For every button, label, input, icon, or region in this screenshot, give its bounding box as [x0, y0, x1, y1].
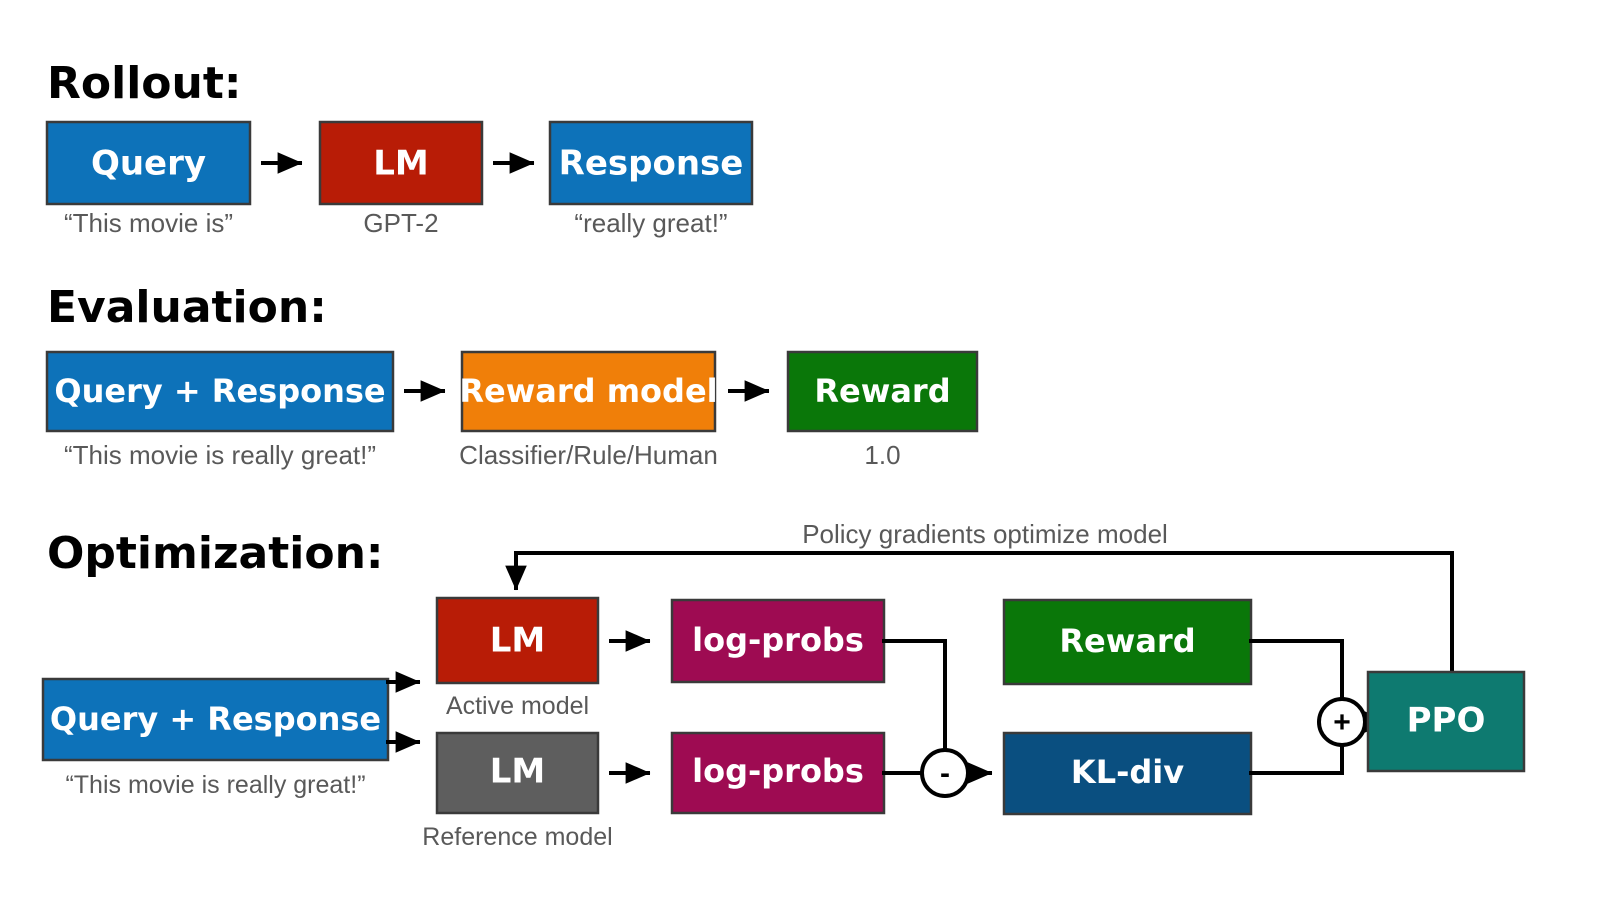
caption-evaluation-reward: 1.0 — [864, 440, 900, 470]
operator-subtract: - — [920, 748, 970, 798]
label-optimization-lm-reference: LM — [490, 752, 546, 792]
label-rollout-lm: LM — [373, 144, 429, 184]
label-optimization-log-probs-reference: log-probs — [692, 752, 864, 790]
label-optimization-lm-active: LM — [490, 621, 546, 661]
label-optimization-reward: Reward — [1059, 622, 1195, 660]
caption-optimization-query-response: “This movie is really great!” — [65, 771, 365, 799]
rlhf-flow-diagram: Rollout: Query “This movie is” LM GPT-2 … — [0, 0, 1600, 900]
section-title-optimization: Optimization: — [47, 528, 384, 579]
node-optimization-ppo: PPO — [1366, 670, 1526, 773]
node-evaluation-query-response: Query + Response “This movie is really g… — [45, 350, 395, 470]
node-evaluation-reward-model: Reward model Classifier/Rule/Human — [459, 350, 718, 470]
node-optimization-log-probs-active: log-probs — [670, 598, 886, 684]
node-rollout-query: Query “This movie is” — [45, 120, 252, 238]
node-optimization-kl-div: KL-div — [1002, 731, 1253, 816]
section-title-rollout: Rollout: — [47, 58, 241, 109]
node-optimization-query-response: Query + Response “This movie is really g… — [41, 677, 390, 799]
node-rollout-response: Response “really great!” — [548, 120, 754, 238]
feedback-label: Policy gradients optimize model — [802, 519, 1168, 549]
caption-rollout-query: “This movie is” — [64, 208, 233, 238]
diagram-canvas: Rollout: Query “This movie is” LM GPT-2 … — [0, 0, 1600, 900]
node-optimization-log-probs-reference: log-probs — [670, 731, 886, 815]
label-rollout-query: Query — [91, 144, 206, 184]
caption-optimization-lm-reference: Reference model — [422, 823, 612, 851]
label-optimization-ppo: PPO — [1407, 701, 1486, 741]
label-rollout-response: Response — [559, 144, 744, 184]
subtract-symbol: - — [940, 757, 950, 790]
label-evaluation-query-response: Query + Response — [54, 372, 385, 410]
caption-evaluation-reward-model: Classifier/Rule/Human — [459, 440, 718, 470]
label-optimization-query-response: Query + Response — [50, 700, 381, 738]
operator-add: + — [1317, 697, 1367, 747]
caption-evaluation-query-response: “This movie is really great!” — [64, 440, 376, 470]
label-optimization-kl-div: KL-div — [1071, 753, 1184, 791]
add-symbol: + — [1333, 706, 1351, 739]
label-optimization-log-probs-active: log-probs — [692, 621, 864, 659]
label-evaluation-reward-model: Reward model — [459, 372, 717, 410]
section-title-evaluation: Evaluation: — [47, 282, 327, 333]
caption-rollout-lm: GPT-2 — [363, 208, 438, 238]
node-optimization-lm-reference: LM Reference model — [422, 731, 613, 851]
caption-optimization-lm-active: Active model — [446, 692, 589, 720]
caption-rollout-response: “really great!” — [574, 208, 727, 238]
node-optimization-reward: Reward — [1002, 598, 1253, 686]
node-optimization-lm-active: LM Active model — [435, 596, 600, 720]
label-evaluation-reward: Reward — [814, 372, 950, 410]
